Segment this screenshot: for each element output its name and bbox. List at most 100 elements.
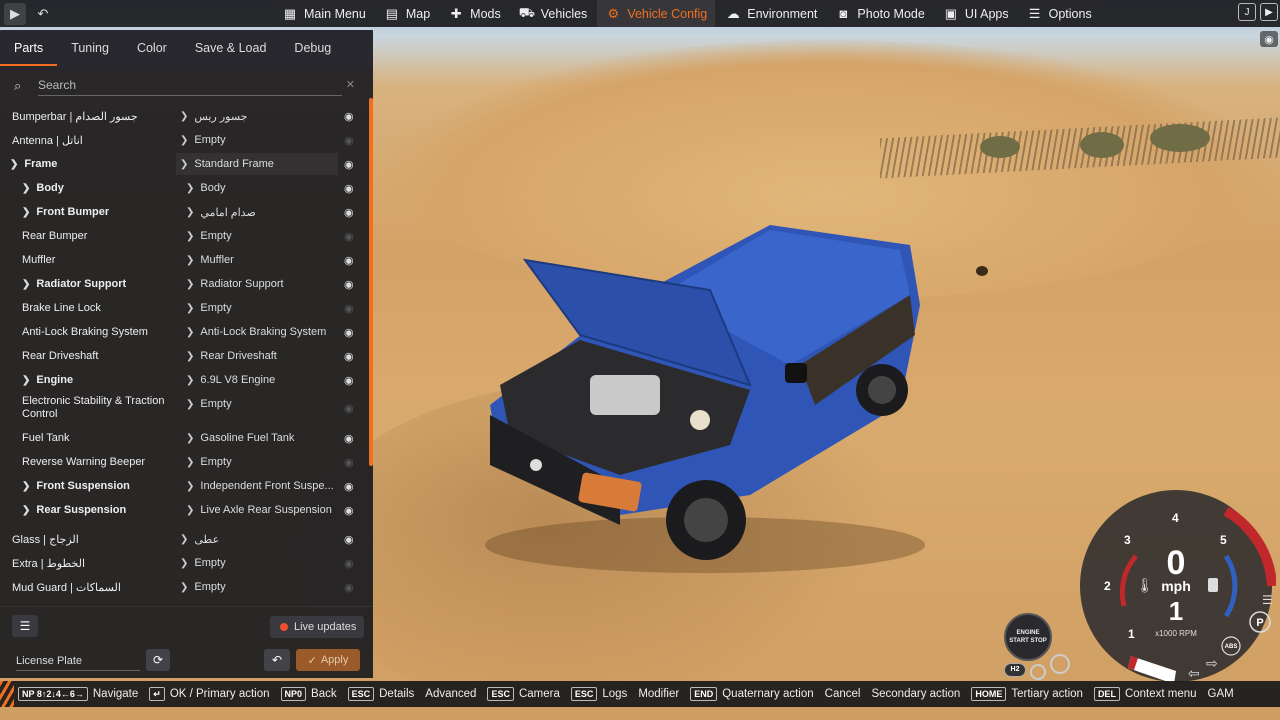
action-hint[interactable]: Advanced [425,688,476,700]
part-row[interactable]: ❯ Rear Suspension ❯ Live Axle Rear Suspensi… [0,498,368,522]
part-selector[interactable]: ❯ Empty [182,393,332,415]
part-selector[interactable]: ❯ جسور ريس [176,105,338,127]
action-hint[interactable]: END Quaternary action [690,687,814,701]
part-row[interactable]: Bumperbar | جسور الصدام ❯ جسور ريس ◉ [0,104,368,128]
refresh-icon[interactable]: ⟳ [146,649,170,671]
chevron-right-icon[interactable]: ❯ [22,183,30,194]
part-row[interactable]: Fuel Tank ❯ Gasoline Fuel Tank ◉ [0,426,368,450]
engine-start-stop-button[interactable]: ENGINE START STOP [1004,613,1052,661]
part-selector[interactable]: ❯ Gasoline Fuel Tank [182,427,332,449]
menu-mods[interactable]: ✚ Mods [440,0,509,27]
scrollbar[interactable] [369,98,373,466]
part-selector[interactable]: ❯ Standard Frame [176,153,338,175]
part-selector[interactable]: ❯ Anti-Lock Braking System [182,321,332,343]
chevron-right-icon[interactable]: ❯ [22,375,30,386]
eye-icon[interactable]: ◉ [344,110,354,123]
menu-options[interactable]: ☰ Options [1018,0,1100,27]
part-selector[interactable]: ❯ Empty [182,451,332,473]
part-selector[interactable]: ❯ Muffler [182,249,332,271]
chevron-right-icon[interactable]: ❯ [22,279,30,290]
menu-photo-mode[interactable]: ◙ Photo Mode [827,0,933,27]
tab-parts[interactable]: Parts [0,30,58,66]
eye-icon[interactable]: ◉ [344,533,354,546]
eye-icon[interactable]: ◉ [344,278,354,291]
part-selector[interactable]: ❯ Empty [176,552,338,574]
part-selector[interactable]: ❯ Empty [176,576,338,598]
part-selector[interactable]: ❯ Empty [176,129,338,151]
clear-icon[interactable]: ✕ [346,78,355,91]
part-row[interactable]: ❯ Engine ❯ 6.9L V8 Engine ◉ [0,368,368,392]
menu-vehicles[interactable]: ⛟ Vehicles [510,0,596,27]
part-selector[interactable]: ❯ Live Axle Rear Suspension [182,499,332,521]
action-hint[interactable]: HOME Tertiary action [971,687,1083,701]
part-row[interactable]: Glass | الزجاج ❯ عطى ◉ [0,527,368,551]
apply-button[interactable]: ✓ Apply [296,649,360,671]
undo-icon[interactable]: ↶ [32,3,54,25]
eye-icon[interactable]: ◉ [344,504,354,517]
play-right-icon[interactable]: ▶ [1260,3,1278,21]
part-row[interactable]: ❯ Radiator Support ❯ Radiator Support ◉ [0,272,368,296]
chevron-right-icon[interactable]: ❯ [22,207,30,218]
live-updates-toggle[interactable]: Live updates [270,616,365,638]
menu-ui-apps[interactable]: ▣ UI Apps [934,0,1017,27]
search-input[interactable] [38,74,342,96]
part-row[interactable]: ❯ Front Bumper ❯ صدام امامي ◉ [0,200,368,224]
chevron-right-icon[interactable]: ❯ [22,505,30,516]
part-selector[interactable]: ❯ Radiator Support [182,273,332,295]
eye-icon[interactable]: ◉ [344,480,354,493]
part-row[interactable]: ❯ Frame ❯ Standard Frame ◉ [0,152,368,176]
tab-save-load[interactable]: Save & Load [181,30,281,66]
eye-icon[interactable]: ◉ [344,432,354,445]
part-selector[interactable]: ❯ Rear Driveshaft [182,345,332,367]
part-row[interactable]: Rear Driveshaft ❯ Rear Driveshaft ◉ [0,344,368,368]
eye-icon[interactable]: ◉ [344,230,354,243]
part-selector[interactable]: ❯ عطى [176,528,338,550]
play-icon[interactable]: ▶ [4,2,26,25]
eye-icon[interactable]: ◉ [344,456,354,469]
eye-icon[interactable]: ◉ [344,302,354,315]
action-hint[interactable]: NP 8↑2↓4←6→ Navigate [18,687,138,701]
part-row[interactable]: Reverse Warning Beeper ❯ Empty ◉ [0,450,368,474]
part-row[interactable]: Rear Bumper ❯ Empty ◉ [0,224,368,248]
undo-button[interactable]: ↶ [264,649,290,671]
action-hint[interactable]: NP0 Back [280,687,337,701]
action-hint[interactable]: GAM [1208,688,1234,700]
chevron-right-icon[interactable]: ❯ [10,159,18,170]
action-hint[interactable]: ESC Camera [487,687,560,701]
part-row[interactable]: Mud Guard | السماكات ❯ Empty ◉ [0,575,368,599]
menu-map[interactable]: ▤ Map [375,0,439,27]
tab-debug[interactable]: Debug [280,30,345,66]
eye-icon[interactable]: ◉ [344,326,354,339]
part-selector[interactable]: ❯ Independent Front Suspe... [182,475,334,497]
action-hint[interactable]: ↵ OK / Primary action [149,687,270,701]
menu-environment[interactable]: ☁ Environment [717,0,826,27]
part-selector[interactable]: ❯ 6.9L V8 Engine [182,369,332,391]
eye-icon[interactable]: ◉ [344,134,354,147]
part-row[interactable]: Muffler ❯ Muffler ◉ [0,248,368,272]
eye-icon[interactable]: ◉ [344,581,354,594]
eye-icon[interactable]: ◉ [344,206,354,219]
part-row[interactable]: Extra | الخطوط ❯ Empty ◉ [0,551,368,575]
eye-icon[interactable]: ◉ [344,254,354,267]
action-hint[interactable]: ESC Details [347,687,414,701]
action-hint[interactable]: DEL Context menu [1093,687,1197,701]
menu-vehicle-config[interactable]: ⚙ Vehicle Config [597,0,716,27]
eye-icon[interactable]: ◉ [344,350,354,363]
part-row[interactable]: Antenna | اناتل ❯ Empty ◉ [0,128,368,152]
tab-color[interactable]: Color [123,30,181,66]
chevron-right-icon[interactable]: ❯ [22,481,30,492]
eye-icon[interactable]: ◉ [344,557,354,570]
hamburger-icon[interactable]: ☰ [12,615,38,637]
eye-icon[interactable]: ◉ [344,158,354,171]
part-selector[interactable]: ❯ Empty [182,297,332,319]
part-row[interactable]: ❯ Front Suspension ❯ Independent Front Susp… [0,474,368,498]
keybind-j-button[interactable]: J [1238,3,1256,21]
license-plate-field[interactable]: License Plate [16,655,140,671]
action-hint[interactable]: Secondary action [871,688,960,700]
action-hint[interactable]: Modifier [638,688,679,700]
part-row[interactable]: Brake Line Lock ❯ Empty ◉ [0,296,368,320]
part-selector[interactable]: ❯ Body [182,177,332,199]
part-row[interactable]: Electronic Stability & Traction Control ❯… [0,392,368,424]
part-row[interactable]: ❯ Body ❯ Body ◉ [0,176,368,200]
eye-icon[interactable]: ◉ [344,402,354,415]
